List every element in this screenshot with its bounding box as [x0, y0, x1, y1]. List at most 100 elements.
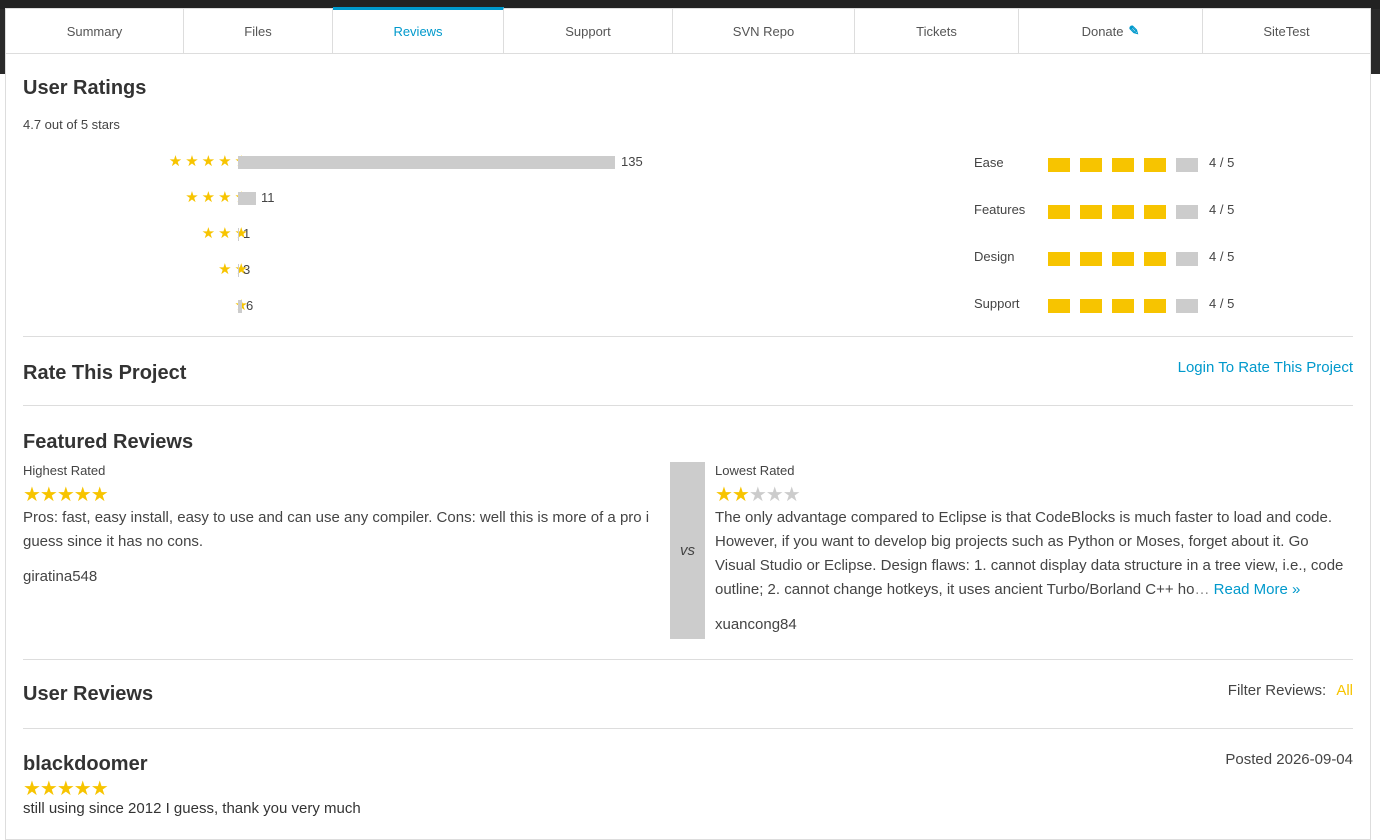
category-score: 4 / 5 [1209, 155, 1235, 170]
rating-box-filled [1048, 299, 1070, 313]
vs-divider: vs [670, 462, 705, 639]
tab-label: Summary [66, 23, 123, 39]
filter-label: Filter Reviews: [1227, 682, 1327, 699]
rating-box-empty [1176, 205, 1198, 219]
rating-bar [238, 300, 242, 313]
rating-box-filled [1048, 252, 1070, 266]
tab-label: SiteTest [1263, 23, 1310, 39]
featured-reviews-title: Featured Reviews [23, 431, 194, 453]
user-reviews-title: User Reviews [23, 683, 154, 705]
tab-label: Reviews [393, 24, 443, 39]
rating-box-filled [1112, 252, 1134, 266]
rating-box-empty [1176, 158, 1198, 172]
rating-summary: 4.7 out of 5 stars [23, 117, 120, 132]
rating-box-filled [1048, 205, 1070, 219]
highest-rated-review: Highest Rated ★★★★★ Pros: fast, easy ins… [23, 463, 663, 585]
rating-box-filled [1080, 158, 1102, 172]
highest-rated-label: Highest Rated [23, 463, 106, 478]
tab-tickets[interactable]: Tickets [855, 9, 1019, 53]
tab-donate[interactable]: Donate ✎ [1019, 9, 1203, 53]
tab-label: Support [565, 23, 611, 39]
rating-box-filled [1144, 205, 1166, 219]
rating-count: 6 [246, 298, 254, 313]
review-text: still using since 2012 I guess, thank yo… [23, 800, 361, 817]
tab-label: Files [244, 23, 272, 39]
tab-label: Tickets [916, 23, 957, 39]
review-username[interactable]: blackdoomer [23, 753, 1353, 776]
rating-count: 1 [243, 226, 251, 241]
rating-bar [238, 264, 239, 277]
category-label: Design [974, 249, 1015, 264]
highest-rated-text: Pros: fast, easy install, easy to use an… [23, 509, 650, 550]
review-posted-date: Posted 2026-09-04 [1225, 751, 1353, 768]
vs-label: vs [680, 542, 695, 559]
rating-box-filled [1144, 252, 1166, 266]
lowest-rated-text-block: The only advantage compared to Eclipse i… [715, 506, 1353, 602]
rating-row-2[interactable]: ★★ 3 [23, 261, 723, 279]
rating-bar [238, 228, 239, 241]
tab-reviews[interactable]: Reviews [333, 7, 504, 53]
category-row-design: Design 4 / 5 [974, 247, 1274, 267]
category-label: Support [974, 296, 1020, 311]
tab-summary[interactable]: Summary [6, 9, 184, 53]
rating-count: 135 [621, 154, 643, 169]
rating-count: 11 [261, 190, 275, 205]
category-label: Features [974, 202, 1026, 217]
five-star-rating-icons: ★★★★★ [23, 778, 109, 800]
rating-box-filled [1080, 299, 1102, 313]
right-edge [1370, 9, 1380, 74]
tab-support[interactable]: Support [504, 9, 673, 53]
divider [23, 728, 1353, 729]
login-to-rate-link[interactable]: Login To Rate This Project [1178, 359, 1353, 376]
rating-row-3[interactable]: ★★★ 1 [23, 225, 723, 243]
highest-rated-user[interactable]: giratina548 [23, 568, 663, 585]
category-score: 4 / 5 [1209, 202, 1235, 217]
rating-box-filled [1112, 299, 1134, 313]
divider [23, 405, 1353, 406]
rating-box-empty [1176, 252, 1198, 266]
rating-box-empty [1176, 299, 1198, 313]
ellipsis: … [1194, 581, 1210, 598]
review-item: blackdoomer Posted 2026-09-04 ★★★★★ stil… [23, 751, 1353, 817]
tab-files[interactable]: Files [184, 9, 333, 53]
rating-box-filled [1112, 158, 1134, 172]
filter-all-option[interactable]: All [1336, 682, 1353, 699]
filter-reviews: Filter Reviews: All [1228, 682, 1353, 699]
rating-box-filled [1048, 158, 1070, 172]
lowest-rated-label: Lowest Rated [715, 463, 795, 478]
divider [23, 659, 1353, 660]
lowest-rated-user[interactable]: xuancong84 [715, 616, 1353, 633]
tab-sitetest[interactable]: SiteTest [1203, 9, 1370, 53]
read-more-link[interactable]: Read More » [1214, 581, 1301, 598]
rating-box-filled [1080, 252, 1102, 266]
rating-count: 3 [243, 262, 251, 277]
user-ratings-title: User Ratings [23, 77, 147, 99]
tab-label: SVN Repo [732, 23, 795, 39]
project-tabs: Summary Files Reviews Support SVN Repo T… [6, 7, 1370, 54]
rating-bar [238, 156, 615, 169]
category-row-support: Support 4 / 5 [974, 294, 1274, 314]
external-edit-icon: ✎ [1128, 23, 1140, 38]
rating-row-5[interactable]: ★★★★★ 135 [23, 153, 723, 171]
rating-row-4[interactable]: ★★★★ 11 [23, 189, 723, 207]
rating-box-filled [1144, 158, 1166, 172]
divider [23, 336, 1353, 337]
tab-label: Donate [1081, 23, 1124, 39]
posted-label: Posted [1225, 751, 1273, 768]
category-score: 4 / 5 [1209, 249, 1235, 264]
category-label: Ease [974, 155, 1004, 170]
five-star-rating-icons: ★★★★★ [23, 484, 109, 506]
rate-project-title: Rate This Project [23, 362, 187, 384]
lowest-rated-review: Lowest Rated ★★★★★ The only advantage co… [715, 463, 1353, 633]
rating-box-filled [1080, 205, 1102, 219]
tab-svn-repo[interactable]: SVN Repo [673, 9, 855, 53]
category-score: 4 / 5 [1209, 296, 1235, 311]
rating-box-filled [1112, 205, 1134, 219]
rating-row-1[interactable]: ★ 6 [23, 297, 723, 315]
category-row-ease: Ease 4 / 5 [974, 153, 1274, 173]
rating-box-filled [1144, 299, 1166, 313]
reviews-card: Summary Files Reviews Support SVN Repo T… [5, 7, 1371, 840]
two-star-rating-icons: ★★★★★ [715, 484, 801, 506]
rating-bar [238, 192, 256, 205]
category-row-features: Features 4 / 5 [974, 200, 1274, 220]
